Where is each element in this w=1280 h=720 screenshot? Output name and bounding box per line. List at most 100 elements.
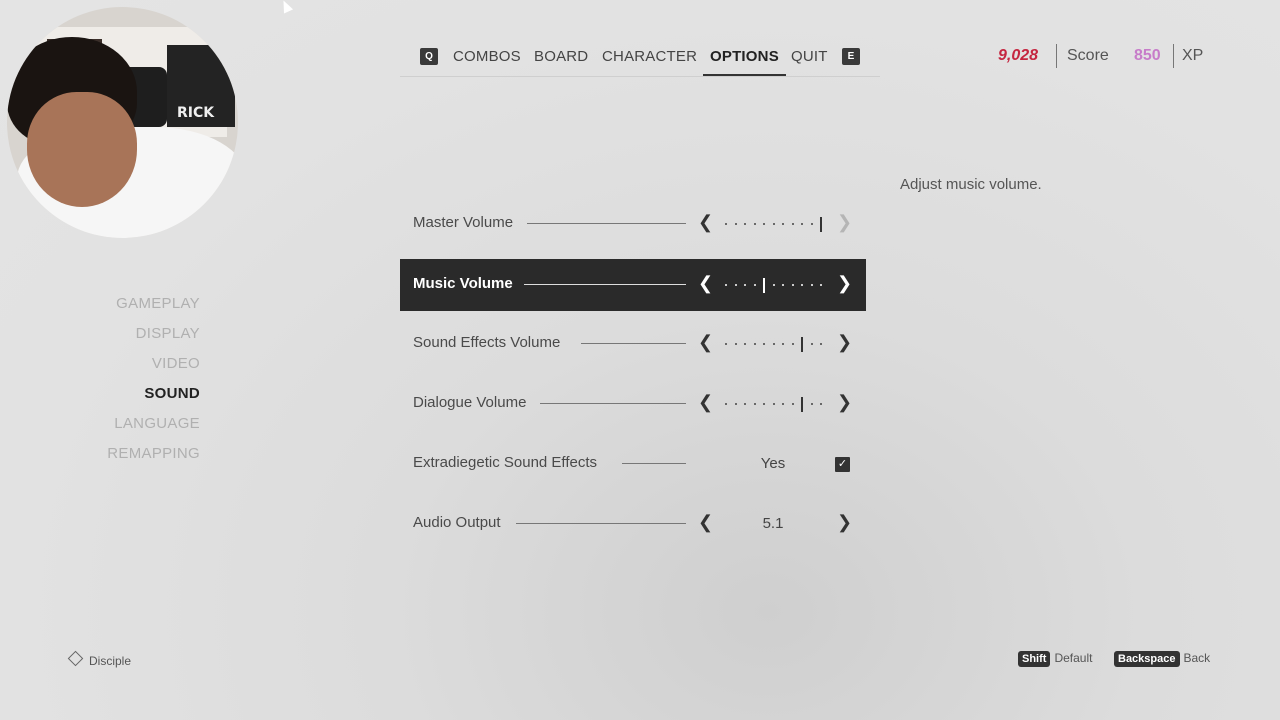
webcam-overlay: RICK [7, 7, 238, 238]
slider-step-dot [820, 284, 822, 286]
xp-label: XP [1182, 47, 1204, 64]
slider-step-dot [791, 223, 794, 225]
slider-step-dot [791, 403, 794, 405]
category-remapping[interactable]: REMAPPING [107, 444, 200, 474]
slider-step-dot [753, 403, 756, 405]
slider-step-dot [782, 403, 784, 405]
slider-level-marker[interactable] [801, 397, 803, 412]
slider-level-marker[interactable] [801, 337, 803, 352]
row-divider-line [527, 223, 686, 224]
slider-step-dot [810, 403, 813, 405]
slider-step-dot [772, 223, 775, 225]
row-divider-line [581, 343, 686, 344]
volume-slider[interactable] [725, 278, 823, 293]
slider-step-dot [782, 343, 784, 345]
decrease-arrow-icon[interactable]: ❮ [698, 212, 713, 233]
slider-step-dot [744, 403, 746, 405]
slider-step-dot [753, 343, 756, 345]
diamond-icon [67, 650, 84, 667]
setting-label: Audio Output [413, 514, 501, 531]
slider-step-dot [725, 403, 727, 405]
slider-step-dot [782, 223, 784, 225]
next-tab-key[interactable]: E [842, 48, 860, 65]
decrease-arrow-icon[interactable]: ❮ [698, 273, 713, 294]
setting-row-sound-effects-volume[interactable]: Sound Effects Volume ❮ ❯ [400, 318, 866, 370]
prev-tab-key[interactable]: Q [420, 48, 438, 65]
score-label: Score [1067, 47, 1109, 64]
slider-step-dot [763, 403, 765, 405]
tab-combos[interactable]: COMBOS [453, 48, 521, 65]
increase-arrow-icon[interactable]: ❯ [837, 512, 852, 533]
profile-indicator: Disciple [67, 650, 132, 668]
row-divider-line [524, 284, 686, 285]
slider-level-marker[interactable] [820, 217, 822, 232]
slider-step-dot [734, 343, 737, 345]
hint-back[interactable]: Backspace Back [1114, 651, 1210, 667]
category-display[interactable]: DISPLAY [107, 324, 200, 354]
row-divider-line [540, 403, 686, 404]
row-divider-line [516, 523, 686, 524]
increase-arrow-icon[interactable]: ❯ [837, 273, 852, 294]
setting-label: Music Volume [413, 275, 513, 292]
streamer-face [27, 92, 137, 207]
hint-label: Back [1183, 651, 1211, 665]
volume-slider[interactable] [725, 217, 823, 232]
volume-slider[interactable] [725, 397, 823, 412]
setting-row-extradiegetic-sound-effects[interactable]: Extradiegetic Sound Effects Yes ✓ [400, 438, 866, 490]
slider-step-dot [820, 343, 822, 345]
slider-step-dot [725, 343, 727, 345]
setting-label: Extradiegetic Sound Effects [413, 454, 597, 471]
slider-step-dot [725, 223, 727, 225]
slider-step-dot [772, 284, 775, 286]
setting-label: Dialogue Volume [413, 394, 527, 411]
tab-quit[interactable]: QUIT [791, 48, 828, 65]
toggle-value: Yes [760, 455, 786, 472]
slider-step-dot [782, 284, 784, 286]
decrease-arrow-icon[interactable]: ❮ [698, 392, 713, 413]
slider-step-dot [744, 223, 746, 225]
slider-step-dot [772, 403, 775, 405]
hint-default[interactable]: Shift Default [1018, 651, 1092, 667]
tab-character[interactable]: CHARACTER [602, 48, 697, 65]
slider-step-dot [763, 223, 765, 225]
checkbox-checked-icon[interactable]: ✓ [835, 457, 850, 472]
slider-step-dot [791, 343, 794, 345]
tab-options[interactable]: OPTIONS [703, 48, 786, 76]
increase-arrow-icon[interactable]: ❯ [837, 332, 852, 353]
slider-level-marker[interactable] [763, 278, 765, 293]
volume-slider[interactable] [725, 337, 823, 352]
increase-arrow-icon[interactable]: ❯ [837, 212, 852, 233]
slider-step-dot [734, 403, 737, 405]
setting-row-dialogue-volume[interactable]: Dialogue Volume ❮ ❯ [400, 378, 866, 430]
setting-row-master-volume[interactable]: Master Volume ❮ ❯ [400, 198, 866, 250]
category-language[interactable]: LANGUAGE [107, 414, 200, 444]
poster-text: RICK [177, 105, 215, 121]
slider-step-dot [744, 284, 746, 286]
hint-label: Default [1054, 651, 1093, 665]
setting-description: Adjust music volume. [900, 176, 1042, 193]
slider-step-dot [753, 223, 756, 225]
score-divider [1056, 44, 1057, 68]
shift-key-icon: Shift [1018, 651, 1051, 667]
category-video[interactable]: VIDEO [107, 354, 200, 384]
increase-arrow-icon[interactable]: ❯ [837, 392, 852, 413]
tab-board[interactable]: BOARD [534, 48, 588, 65]
slider-step-dot [753, 284, 756, 286]
slider-step-dot [801, 284, 803, 286]
setting-label: Master Volume [413, 214, 514, 231]
slider-step-dot [801, 223, 803, 225]
decrease-arrow-icon[interactable]: ❮ [698, 512, 713, 533]
profile-label: Disciple [89, 654, 132, 668]
category-gameplay[interactable]: GAMEPLAY [107, 294, 200, 324]
backspace-key-icon: Backspace [1114, 651, 1180, 667]
slider-step-dot [744, 343, 746, 345]
slider-step-dot [820, 403, 822, 405]
category-sound[interactable]: SOUND [107, 384, 200, 414]
decrease-arrow-icon[interactable]: ❮ [698, 332, 713, 353]
score-value: 9,028 [998, 47, 1039, 64]
mouse-cursor-icon [278, 0, 294, 14]
slider-step-dot [810, 343, 813, 345]
setting-row-audio-output[interactable]: Audio Output ❮ 5.1 ❯ [400, 498, 866, 550]
slider-step-dot [810, 284, 813, 286]
setting-row-music-volume[interactable]: Music Volume ❮ ❯ [400, 259, 866, 311]
